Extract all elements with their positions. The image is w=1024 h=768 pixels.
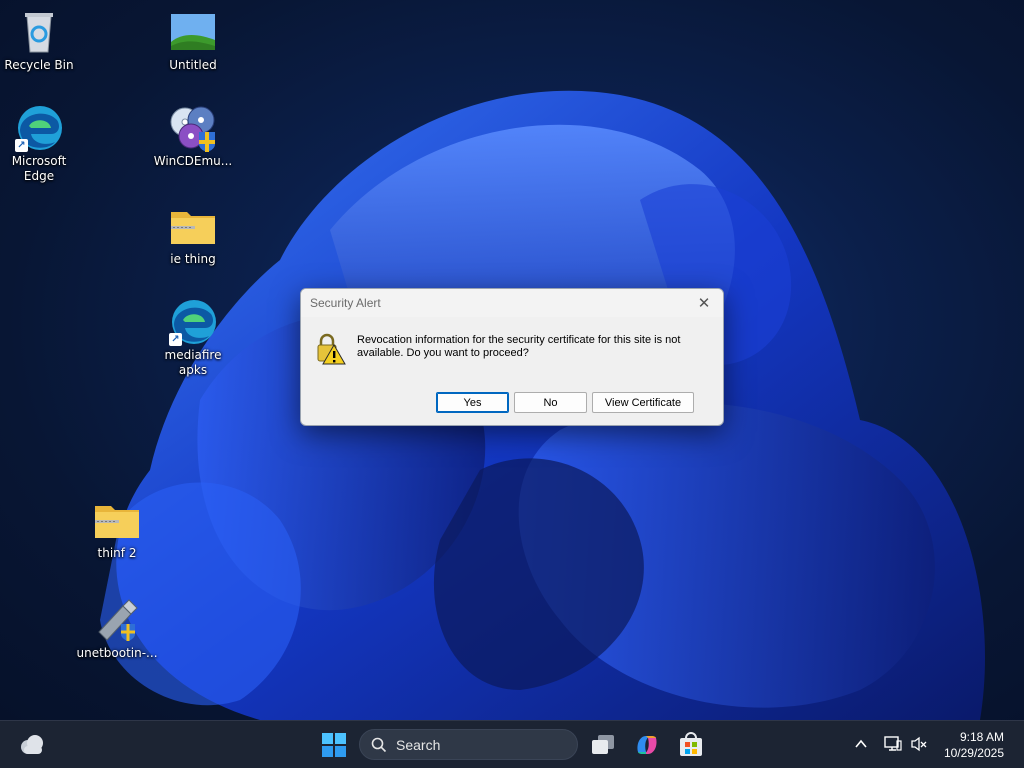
microsoft-store-button[interactable] (678, 732, 704, 761)
desktop-icon-label: Untitled (169, 58, 217, 72)
yes-button[interactable]: Yes (436, 392, 509, 413)
security-lock-warning-icon (316, 333, 346, 365)
desktop-icon-label: ie thing (170, 252, 216, 266)
network-status[interactable] (884, 735, 902, 756)
desktop-icon-microsoft-edge[interactable]: ↗ Microsoft Edge (0, 104, 80, 184)
task-view-button[interactable] (590, 733, 616, 760)
dialog-title: Security Alert (310, 296, 381, 310)
desktop-icon-label: thinf 2 (97, 546, 137, 560)
copilot-button[interactable] (634, 732, 660, 761)
taskbar: Search 9:18 AM 10/29/2025 (0, 720, 1024, 768)
zip-folder-icon (169, 202, 217, 250)
chevron-up-icon (855, 739, 867, 748)
desktop-icon-untitled[interactable]: Untitled (152, 8, 234, 73)
edge-icon: ↗ (15, 104, 63, 152)
image-file-icon (169, 8, 217, 56)
cloud-icon (21, 735, 43, 754)
disc-icon (169, 104, 217, 152)
security-alert-dialog: Security Alert ✕ Revocation information … (300, 288, 724, 426)
dialog-titlebar[interactable]: Security Alert ✕ (301, 289, 723, 317)
desktop-icon-label: unetbootin-... (76, 646, 158, 660)
desktop-icon-ie-thing[interactable]: ie thing (152, 202, 234, 267)
view-certificate-button[interactable]: View Certificate (592, 392, 694, 413)
desktop-icon-label: mediafire apks (164, 348, 222, 377)
edge-icon: ↗ (169, 298, 217, 346)
volume-status[interactable] (910, 735, 928, 756)
speaker-muted-icon (911, 736, 927, 752)
dialog-message: Revocation information for the security … (357, 334, 681, 359)
desktop-icon-thinf-2[interactable]: thinf 2 (76, 496, 158, 561)
usb-drive-icon (93, 596, 141, 644)
start-button[interactable] (322, 733, 346, 760)
task-view-icon (592, 735, 614, 754)
shortcut-arrow-icon: ↗ (169, 333, 182, 346)
desktop-icon-wincdemu[interactable]: WinCDEmu... (152, 104, 234, 169)
desktop-icon-mediafire-apks[interactable]: ↗ mediafire apks (152, 298, 234, 378)
copilot-icon (637, 736, 657, 754)
desktop-icon-unetbootin[interactable]: unetbootin-... (76, 596, 158, 661)
shortcut-arrow-icon: ↗ (15, 139, 28, 152)
desktop-icon-label: Recycle Bin (4, 58, 74, 72)
desktop-icon-label: WinCDEmu... (153, 154, 233, 168)
weather-widget[interactable] (18, 733, 46, 760)
recycle-bin-icon (15, 8, 63, 56)
network-icon (884, 736, 902, 751)
zip-folder-icon (93, 496, 141, 544)
show-hidden-icons-button[interactable] (854, 737, 868, 754)
desktop-icon-label: Microsoft Edge (11, 154, 67, 183)
desktop-icon-recycle-bin[interactable]: Recycle Bin (0, 8, 80, 73)
search-icon (371, 737, 387, 753)
system-clock[interactable]: 9:18 AM 10/29/2025 (944, 729, 1004, 761)
search-label: Search (396, 737, 441, 753)
clock-time: 9:18 AM (959, 730, 1004, 744)
clock-date: 10/29/2025 (943, 746, 1004, 760)
no-button[interactable]: No (514, 392, 587, 413)
store-icon (680, 732, 702, 756)
windows-logo-icon (322, 733, 346, 757)
taskbar-search-box[interactable]: Search (359, 729, 578, 760)
close-icon[interactable]: ✕ (693, 293, 715, 313)
